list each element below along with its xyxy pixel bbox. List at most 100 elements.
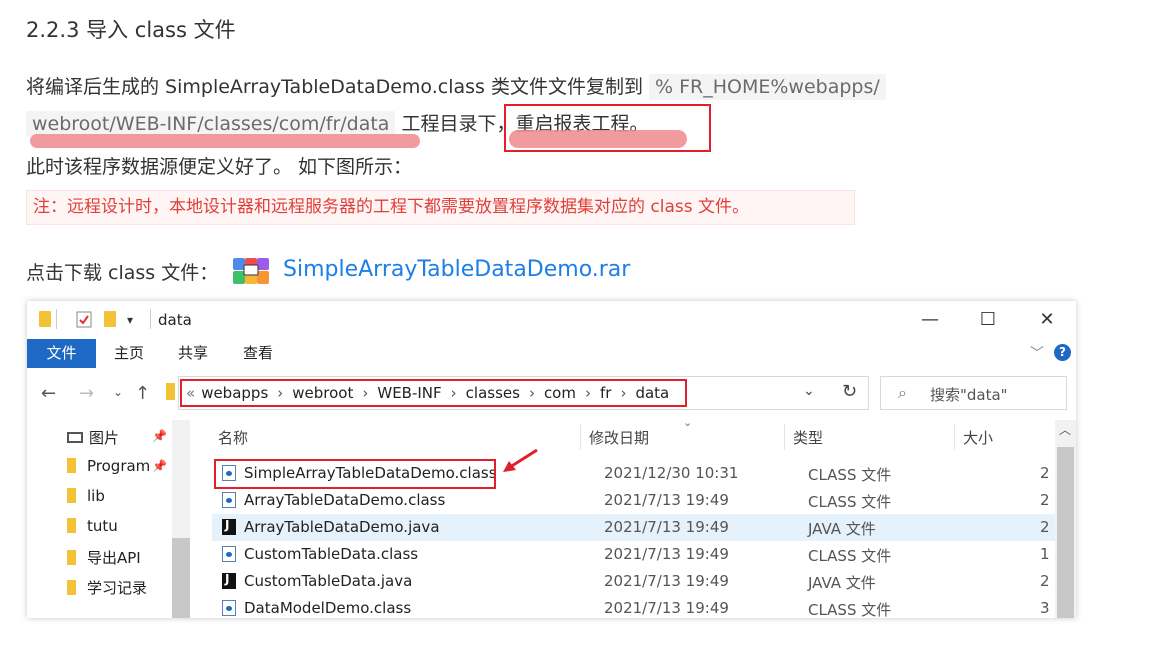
minimize-icon[interactable]: — <box>920 309 940 330</box>
navigation-scrollbar-thumb[interactable] <box>172 538 190 618</box>
class-file-icon <box>222 600 236 616</box>
file-date: 2021/7/13 19:49 <box>604 518 729 536</box>
download-link[interactable]: SimpleArrayTableDataDemo.rar <box>283 257 630 282</box>
highlight-box-restart <box>504 104 711 152</box>
rar-archive-icon[interactable] <box>233 256 269 286</box>
breadcrumb-item[interactable]: classes <box>466 384 520 402</box>
file-list-scrollbar-thumb[interactable] <box>1057 447 1074 618</box>
sidebar-item-study-notes[interactable]: 学习记录 <box>67 577 147 598</box>
breadcrumb-item[interactable]: fr <box>600 384 611 402</box>
sidebar-item-label: 导出API <box>87 549 141 567</box>
file-type: JAVA 文件 <box>808 574 876 592</box>
inline-code-path-1: % FR_HOME%webapps/ <box>649 74 886 100</box>
column-divider[interactable] <box>954 424 955 450</box>
folder-icon <box>67 518 76 533</box>
file-type: CLASS 文件 <box>808 547 892 565</box>
search-icon: ⌕ <box>898 383 907 402</box>
file-date: 2021/12/30 10:31 <box>604 464 739 482</box>
file-date: 2021/7/13 19:49 <box>604 491 729 509</box>
file-name: ArrayTableDataDemo.java <box>244 518 440 536</box>
java-file-icon <box>222 518 236 535</box>
sidebar-item-tutu[interactable]: tutu <box>67 517 118 535</box>
title-bar: ▾ data — ☐ ✕ <box>27 301 1076 339</box>
quick-access-dropdown-icon[interactable]: ▾ <box>127 313 133 327</box>
sidebar-item-label: lib <box>87 487 105 505</box>
file-row[interactable]: CustomTableData.java 2021/7/13 19:49 JAVA … <box>212 568 1074 595</box>
sidebar-item-program[interactable]: Program <box>67 457 150 475</box>
file-row[interactable]: ArrayTableDataDemo.class 2021/7/13 19:49 C… <box>212 487 1074 514</box>
properties-icon[interactable] <box>76 310 92 328</box>
sidebar-item-label: 学习记录 <box>87 579 148 597</box>
sort-indicator-icon: ⌄ <box>683 416 693 429</box>
folder-icon <box>166 383 175 400</box>
column-size[interactable]: 大小 <box>963 427 993 448</box>
back-icon[interactable]: ← <box>41 383 56 404</box>
breadcrumb-item[interactable]: data <box>635 384 669 402</box>
address-dropdown-icon[interactable]: ⌄ <box>803 383 815 399</box>
navigation-pane: 图片 Program lib tutu 导出API 学习记录 📌 📌 ︿ <box>27 420 192 618</box>
tab-home[interactable]: 主页 <box>114 339 144 368</box>
column-date[interactable]: 修改日期 <box>589 427 649 448</box>
tab-share[interactable]: 共享 <box>178 339 208 368</box>
pin-icon[interactable]: 📌 <box>152 429 167 443</box>
file-name: CustomTableData.class <box>244 545 419 563</box>
column-divider[interactable] <box>580 424 581 450</box>
sidebar-item-label: Program <box>87 457 151 475</box>
pin-icon[interactable]: 📌 <box>152 459 167 473</box>
file-type: CLASS 文件 <box>808 601 892 618</box>
sidebar-item-pictures[interactable]: 图片 <box>67 427 119 448</box>
recent-locations-icon[interactable]: ⌄ <box>113 385 123 399</box>
sidebar-item-lib[interactable]: lib <box>67 487 105 505</box>
folder-icon <box>39 311 51 327</box>
breadcrumb-item[interactable]: WEB-INF <box>377 384 441 402</box>
file-type: CLASS 文件 <box>808 466 892 484</box>
download-label: 点击下载 class 文件： <box>26 262 219 284</box>
tab-view[interactable]: 查看 <box>243 339 273 368</box>
pictures-icon <box>67 432 83 443</box>
sidebar-item-label: 图片 <box>89 429 120 447</box>
sidebar-item-export-api[interactable]: 导出API <box>67 547 141 568</box>
file-type: CLASS 文件 <box>808 493 892 511</box>
file-row[interactable]: DataModelDemo.class 2021/7/13 19:49 CLASS … <box>212 595 1074 618</box>
file-explorer-window: ▾ data — ☐ ✕ 文件 主页 共享 查看 ﹀ ? ← → ⌄ ↑ « we… <box>27 301 1076 618</box>
breadcrumb-overflow[interactable]: « <box>186 384 195 402</box>
close-icon[interactable]: ✕ <box>1037 309 1057 330</box>
file-row[interactable]: CustomTableData.class 2021/7/13 19:49 CLAS… <box>212 541 1074 568</box>
up-icon[interactable]: ↑ <box>135 383 150 404</box>
folder-icon <box>67 580 76 595</box>
navigation-bar: ← → ⌄ ↑ «webapps › webroot › WEB-INF › classes… <box>27 374 1076 412</box>
breadcrumb-item[interactable]: com <box>544 384 576 402</box>
new-folder-icon[interactable] <box>104 311 116 327</box>
class-file-icon <box>222 546 236 562</box>
redaction-mark-1 <box>30 134 420 148</box>
tab-file[interactable]: 文件 <box>27 339 96 368</box>
separator <box>150 309 151 329</box>
search-box[interactable]: ⌕ 搜索"data" <box>880 376 1067 410</box>
folder-icon <box>67 458 76 473</box>
file-name: DataModelDemo.class <box>244 599 412 617</box>
file-name: ArrayTableDataDemo.class <box>244 491 446 509</box>
column-divider[interactable] <box>784 424 785 450</box>
java-file-icon <box>222 572 236 589</box>
file-type: JAVA 文件 <box>808 520 876 538</box>
expand-ribbon-icon[interactable]: ﹀ <box>1030 343 1044 363</box>
paragraph-defined: 此时该程序数据源便定义好了。 如下图所示： <box>26 156 413 178</box>
scroll-up-icon[interactable]: ︿ <box>1059 421 1071 438</box>
folder-icon <box>67 488 76 503</box>
forward-icon[interactable]: → <box>79 383 94 404</box>
file-name: CustomTableData.java <box>244 572 413 590</box>
breadcrumb: «webapps › webroot › WEB-INF › classes › com › fr ›… <box>186 384 670 402</box>
note-warning: 注：远程设计时，本地设计器和远程服务器的工程下都需要放置程序数据集对应的 cla… <box>26 190 855 225</box>
column-type[interactable]: 类型 <box>793 427 823 448</box>
breadcrumb-item[interactable]: webroot <box>292 384 353 402</box>
paragraph-copy-instruction: 将编译后生成的 SimpleArrayTableDataDemo.class 类… <box>26 72 886 100</box>
file-date: 2021/7/13 19:49 <box>604 545 729 563</box>
file-row[interactable]: ArrayTableDataDemo.java 2021/7/13 19:49 JA… <box>212 514 1074 541</box>
help-icon[interactable]: ? <box>1054 344 1071 361</box>
breadcrumb-item[interactable]: webapps <box>201 384 268 402</box>
maximize-icon[interactable]: ☐ <box>978 309 998 330</box>
class-file-icon <box>222 492 236 508</box>
file-date: 2021/7/13 19:49 <box>604 572 729 590</box>
refresh-icon[interactable]: ↻ <box>842 381 857 402</box>
column-name[interactable]: 名称 <box>218 427 248 448</box>
